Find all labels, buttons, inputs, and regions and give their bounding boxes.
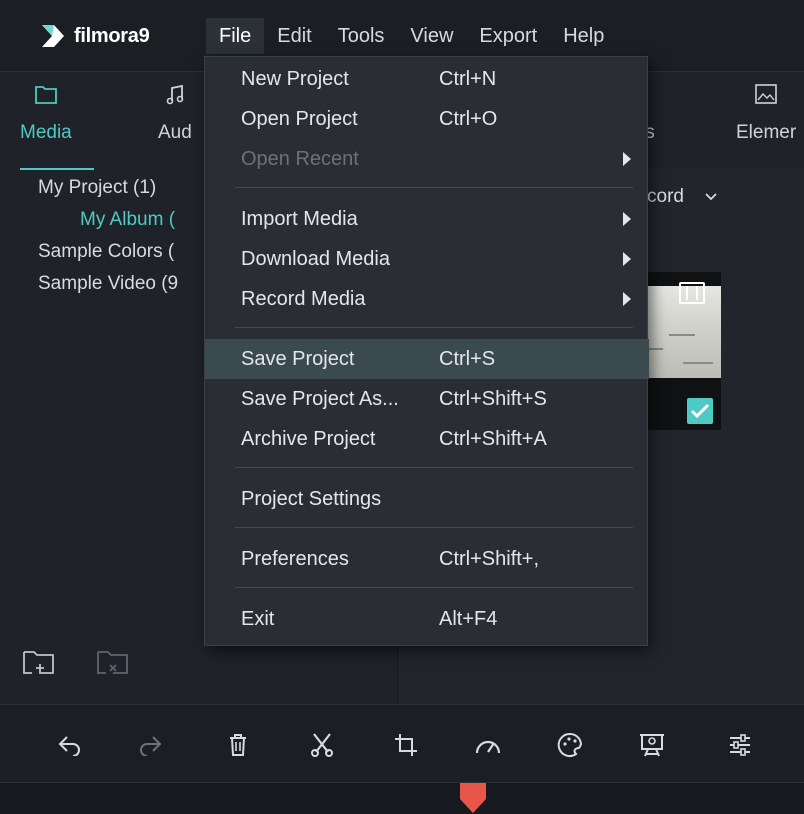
audio-mixer-icon[interactable] [724,729,756,761]
active-tab-indicator [20,168,94,170]
menu-item-archive-project[interactable]: Archive Project Ctrl+Shift+A [205,419,649,459]
menu-item-record-media[interactable]: Record Media [205,279,649,319]
delete-icon[interactable] [222,729,254,761]
menu-separator [235,467,633,468]
menu-separator [235,327,633,328]
tab-elements-label: Elemer [736,122,797,143]
green-screen-icon[interactable] [636,729,668,761]
menu-file[interactable]: File [206,18,265,54]
color-icon[interactable] [554,729,586,761]
menu-separator [235,187,633,188]
speed-icon[interactable] [472,729,504,761]
tree-item-my-album[interactable]: My Album ( [0,204,210,236]
edit-toolbar [0,704,804,782]
menu-item-open-recent[interactable]: Open Recent [205,139,649,179]
tab-audio[interactable]: Aud [158,84,192,144]
submenu-arrow-icon [623,152,631,166]
filmora-logo-icon [40,23,66,49]
tree-item-sample-video[interactable]: Sample Video (9 [0,268,210,300]
record-dropdown[interactable]: cord [647,186,718,208]
tree-item-my-project[interactable]: My Project (1) [0,172,210,204]
menu-item-download-media[interactable]: Download Media [205,239,649,279]
menu-export[interactable]: Export [466,18,550,54]
tab-media-label: Media [20,122,72,143]
tab-media[interactable]: Media [20,84,94,170]
chevron-down-icon [704,186,718,208]
tab-elements[interactable]: Elemer [736,84,796,144]
undo-icon[interactable] [54,729,86,761]
redo-icon[interactable] [134,729,166,761]
menu-item-save-project[interactable]: Save Project Ctrl+S [205,339,649,379]
crop-icon[interactable] [390,729,422,761]
menu-help[interactable]: Help [550,18,617,54]
menu-separator [235,527,633,528]
playhead-marker[interactable] [458,783,488,814]
file-menu-dropdown: New Project Ctrl+N Open Project Ctrl+O O… [204,56,649,646]
app-name: filmora9 [74,24,150,47]
submenu-arrow-icon [623,252,631,266]
menu-item-import-media[interactable]: Import Media [205,199,649,239]
folder-icon [20,84,72,110]
menu-item-exit[interactable]: Exit Alt+F4 [205,599,649,639]
media-thumbnail[interactable] [639,272,721,430]
cut-icon[interactable] [306,729,338,761]
tab-audio-label: Aud [158,122,192,143]
menu-item-save-project-as[interactable]: Save Project As... Ctrl+Shift+S [205,379,649,419]
menu-item-project-settings[interactable]: Project Settings [205,479,649,519]
film-strip-icon [679,282,705,304]
image-icon [736,84,796,110]
submenu-arrow-icon [623,212,631,226]
menu-bar: File Edit Tools View Export Help [206,18,617,54]
submenu-arrow-icon [623,292,631,306]
music-note-icon [158,84,192,110]
record-dropdown-label: cord [647,186,684,207]
timeline-ruler [0,782,804,814]
menu-item-open-project[interactable]: Open Project Ctrl+O [205,99,649,139]
menu-item-new-project[interactable]: New Project Ctrl+N [205,59,649,99]
menu-item-preferences[interactable]: Preferences Ctrl+Shift+, [205,539,649,579]
menu-separator [235,587,633,588]
checkmark-icon[interactable] [687,398,713,424]
new-folder-icon[interactable] [22,648,58,678]
tree-item-sample-colors[interactable]: Sample Colors ( [0,236,210,268]
menu-edit[interactable]: Edit [264,18,324,54]
app-logo: filmora9 [40,18,150,54]
folder-actions [22,648,132,678]
delete-folder-icon[interactable] [96,648,132,678]
project-tree: My Project (1) My Album ( Sample Colors … [0,172,210,300]
menu-view[interactable]: View [397,18,466,54]
menu-tools[interactable]: Tools [325,18,398,54]
